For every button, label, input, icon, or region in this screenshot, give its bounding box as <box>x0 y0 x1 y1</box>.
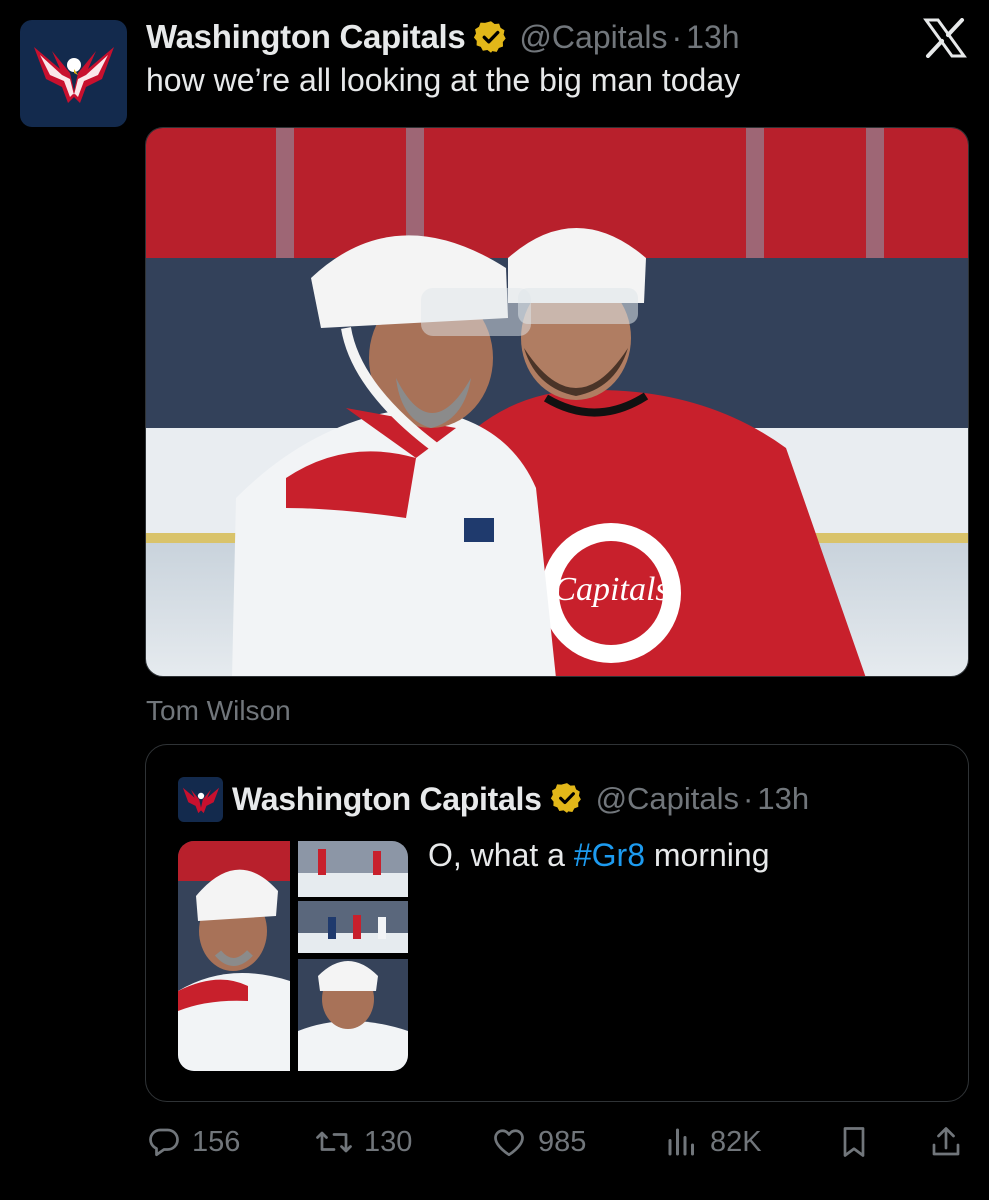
hashtag-link[interactable]: #Gr8 <box>574 837 645 873</box>
quoted-tweet[interactable]: Washington Capitals @Capitals · 13h O, w… <box>145 744 969 1102</box>
verified-badge-icon <box>473 19 509 55</box>
separator-dot: · <box>671 18 683 55</box>
tweet-timestamp[interactable]: 13h <box>686 19 739 56</box>
tweet-text: how we’re all looking at the big man tod… <box>146 62 741 98</box>
author-avatar[interactable] <box>20 20 127 127</box>
quoted-photos <box>178 841 408 1071</box>
quoted-author-handle[interactable]: @Capitals <box>596 781 739 817</box>
separator-dot: · <box>743 781 754 816</box>
bookmark-icon <box>843 1127 865 1157</box>
share-icon <box>932 1127 960 1156</box>
quoted-tweet-header: Washington Capitals @Capitals · 13h <box>232 775 809 823</box>
x-logo-icon <box>923 18 967 58</box>
views-icon <box>668 1128 694 1156</box>
repost-icon <box>316 1131 352 1153</box>
capitals-logo-icon <box>33 46 114 103</box>
quoted-tweet-media-grid[interactable] <box>178 841 408 1071</box>
quoted-author-avatar[interactable] <box>178 777 223 822</box>
reply-count: 156 <box>192 1125 241 1158</box>
tweet-header: Washington Capitals @Capitals · 13h <box>146 14 740 60</box>
quoted-author-display-name[interactable]: Washington Capitals <box>232 781 542 818</box>
capitals-logo-icon <box>182 787 219 813</box>
tweet-photo[interactable]: Capitals <box>145 127 969 677</box>
reply-icon <box>149 1128 179 1157</box>
reply-button[interactable]: 156 <box>146 1112 240 1172</box>
share-button[interactable] <box>928 1112 964 1172</box>
quoted-tweet-timestamp[interactable]: 13h <box>757 781 809 817</box>
author-display-name[interactable]: Washington Capitals <box>146 18 466 56</box>
views-button[interactable]: 82K <box>664 1112 762 1172</box>
tweet-action-bar: 156 130 985 82K <box>0 1112 989 1172</box>
like-count: 985 <box>538 1125 587 1158</box>
repost-count: 130 <box>364 1125 413 1158</box>
like-button[interactable]: 985 <box>490 1112 586 1172</box>
hockey-players-photo: Capitals <box>146 128 968 676</box>
quoted-tweet-text: O, what a #Gr8 morning <box>428 837 769 874</box>
svg-text:Capitals: Capitals <box>553 571 668 608</box>
bookmark-button[interactable] <box>836 1112 872 1172</box>
quoted-text-after: morning <box>644 837 770 873</box>
repost-button[interactable]: 130 <box>314 1112 412 1172</box>
author-handle[interactable]: @Capitals <box>519 19 667 56</box>
like-icon <box>494 1129 524 1157</box>
verified-badge-icon <box>550 781 586 817</box>
quoted-text-before: O, what a <box>428 837 574 873</box>
media-caption: Tom Wilson <box>146 695 291 726</box>
view-count: 82K <box>710 1125 762 1158</box>
